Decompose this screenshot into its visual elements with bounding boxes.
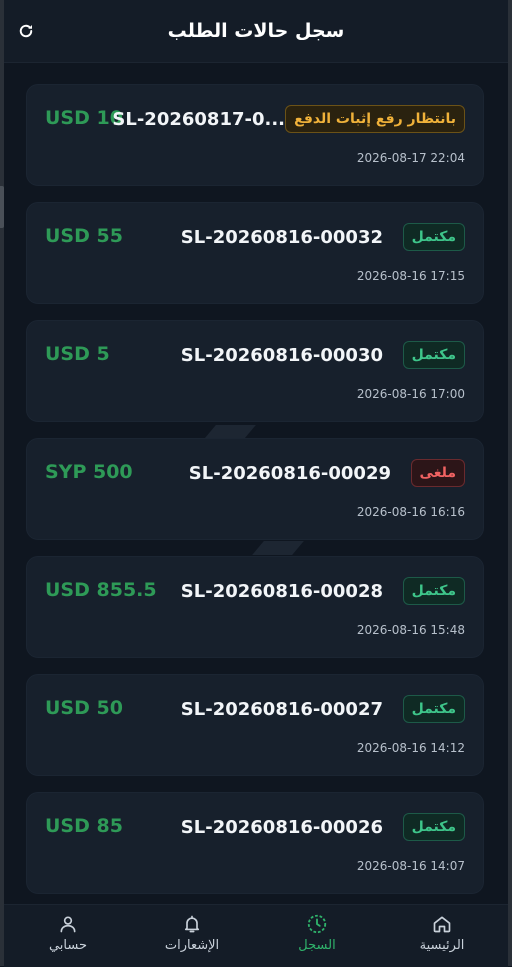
order-card[interactable]: USD 55 SL-20260816-00032 مكتمل 2026-08-1… (26, 202, 484, 304)
order-timestamp: 2026-08-17 22:04 (356, 151, 465, 165)
order-card[interactable]: USD 10 SL-20260817-0... بانتظار رفع إثبا… (26, 84, 484, 186)
clock-icon (307, 914, 327, 934)
status-badge: مكتمل (402, 577, 465, 605)
order-amount: USD 50 (45, 697, 123, 719)
order-timestamp: 2026-08-16 14:07 (356, 859, 465, 873)
background-decoration (252, 541, 304, 555)
order-amount: USD 55 (45, 225, 123, 247)
page-title: سجل حالات الطلب (167, 20, 345, 42)
background-decoration (204, 425, 256, 439)
refresh-button[interactable] (16, 21, 36, 41)
order-number: SL-20260816-00029 (188, 463, 391, 484)
top-bar: سجل حالات الطلب (4, 0, 508, 63)
order-card[interactable]: SYP 500 SL-20260816-00029 ملغى 2026-08-1… (26, 438, 484, 540)
nav-account[interactable]: حسابي (23, 905, 113, 967)
bottom-navigation: حسابي الإشعارات السجل الرئيسية (4, 904, 508, 967)
order-timestamp: 2026-08-16 17:00 (356, 387, 465, 401)
order-card[interactable]: USD 85 SL-20260816-00026 مكتمل 2026-08-1… (26, 792, 484, 894)
status-badge: مكتمل (402, 223, 465, 251)
order-timestamp: 2026-08-16 16:16 (356, 505, 465, 519)
order-amount: USD 5 (45, 343, 110, 365)
order-number: SL-20260816-00028 (180, 581, 383, 602)
status-badge: مكتمل (402, 813, 465, 841)
status-badge: مكتمل (402, 695, 465, 723)
status-badge: ملغى (410, 459, 465, 487)
order-number: SL-20260816-00026 (180, 817, 383, 838)
nav-notifications-label: الإشعارات (164, 938, 220, 953)
order-timestamp: 2026-08-16 14:12 (356, 741, 465, 755)
order-number: SL-20260816-00027 (180, 699, 383, 720)
order-timestamp: 2026-08-16 17:15 (356, 269, 465, 283)
status-badge: بانتظار رفع إثبات الدفع (285, 105, 465, 133)
order-number: SL-20260816-00032 (180, 227, 383, 248)
nav-history[interactable]: السجل (272, 905, 362, 967)
order-card[interactable]: USD 50 SL-20260816-00027 مكتمل 2026-08-1… (26, 674, 484, 776)
order-amount: USD 855.5 (45, 579, 157, 601)
order-timestamp: 2026-08-16 15:48 (356, 623, 465, 637)
order-amount: USD 10 (45, 107, 123, 129)
order-card[interactable]: USD 5 SL-20260816-00030 مكتمل 2026-08-16… (26, 320, 484, 422)
nav-home[interactable]: الرئيسية (397, 905, 487, 967)
nav-history-label: السجل (298, 938, 336, 953)
user-icon (60, 916, 76, 933)
nav-account-label: حسابي (48, 938, 88, 953)
order-card[interactable]: USD 855.5 SL-20260816-00028 مكتمل 2026-0… (26, 556, 484, 658)
order-number: SL-20260816-00030 (180, 345, 383, 366)
nav-notifications[interactable]: الإشعارات (147, 905, 237, 967)
nav-home-label: الرئيسية (419, 938, 465, 953)
status-badge: مكتمل (402, 341, 465, 369)
refresh-icon (19, 24, 33, 38)
order-history-list[interactable]: USD 10 SL-20260817-0... بانتظار رفع إثبا… (4, 62, 508, 904)
order-amount: SYP 500 (45, 461, 133, 483)
home-icon (433, 916, 451, 933)
bell-icon (184, 915, 200, 933)
order-amount: USD 85 (45, 815, 123, 837)
order-number: SL-20260817-0... (112, 109, 285, 130)
